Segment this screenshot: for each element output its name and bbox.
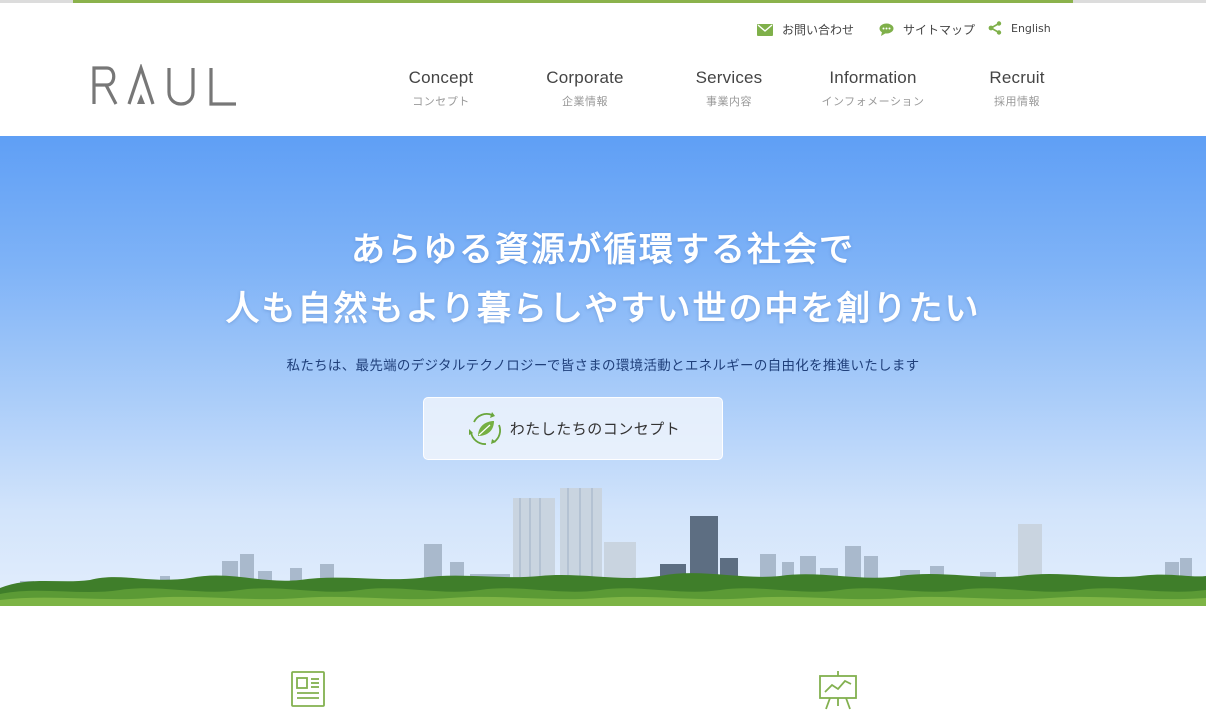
- nav-information[interactable]: Information インフォメーション: [813, 68, 933, 109]
- our-concept-button[interactable]: わたしたちのコンセプト: [423, 397, 723, 460]
- english-label: English: [1011, 21, 1051, 35]
- nav-services-ja: 事業内容: [706, 95, 752, 108]
- nav-concept-ja: コンセプト: [412, 95, 470, 108]
- our-concept-label: わたしたちのコンセプト: [509, 420, 681, 438]
- top-accent-bar: [73, 0, 1073, 3]
- nav-corporate[interactable]: Corporate 企業情報: [525, 68, 645, 109]
- nav-recruit-en: Recruit: [989, 68, 1045, 87]
- contact-label: お問い合わせ: [782, 23, 855, 37]
- hero-subtext: 私たちは、最先端のデジタルテクノロジーで皆さまの環境活動とエネルギーの自由化を推…: [286, 358, 920, 374]
- nav-corporate-ja: 企業情報: [562, 95, 608, 108]
- nav-concept[interactable]: Concept コンセプト: [381, 68, 501, 109]
- leaf-cycle-icon: [468, 411, 501, 445]
- hero-headline-line2: 人も自然もより暮らしやすい世の中を創りたい: [225, 289, 981, 329]
- hero-banner: あらゆる資源が循環する社会で 人も自然もより暮らしやすい世の中を創りたい 私たち…: [0, 136, 1206, 606]
- nav-information-en: Information: [829, 68, 917, 87]
- mail-icon: [757, 23, 773, 36]
- chat-bubble-icon: [879, 23, 894, 36]
- nav-services-en: Services: [695, 68, 763, 87]
- city-skyline-image: [0, 488, 1206, 606]
- nav-recruit[interactable]: Recruit 採用情報: [957, 68, 1077, 109]
- presentation-chart-icon: [819, 671, 857, 710]
- nav-services[interactable]: Services 事業内容: [669, 68, 789, 109]
- share-icon: [988, 21, 1002, 35]
- raul-logo[interactable]: [91, 62, 239, 108]
- nav-corporate-en: Corporate: [546, 68, 624, 87]
- contact-link[interactable]: お問い合わせ: [757, 21, 854, 38]
- hero-headline-line1: あらゆる資源が循環する社会で: [351, 230, 855, 270]
- english-link[interactable]: English: [988, 21, 1051, 35]
- sitemap-label: サイトマップ: [903, 23, 976, 37]
- newspaper-icon: [291, 671, 325, 707]
- logo-mark: [92, 62, 236, 106]
- nav-information-ja: インフォメーション: [821, 95, 925, 108]
- nav-concept-en: Concept: [408, 68, 474, 87]
- nav-recruit-ja: 採用情報: [994, 95, 1040, 108]
- sitemap-link[interactable]: サイトマップ: [879, 21, 975, 38]
